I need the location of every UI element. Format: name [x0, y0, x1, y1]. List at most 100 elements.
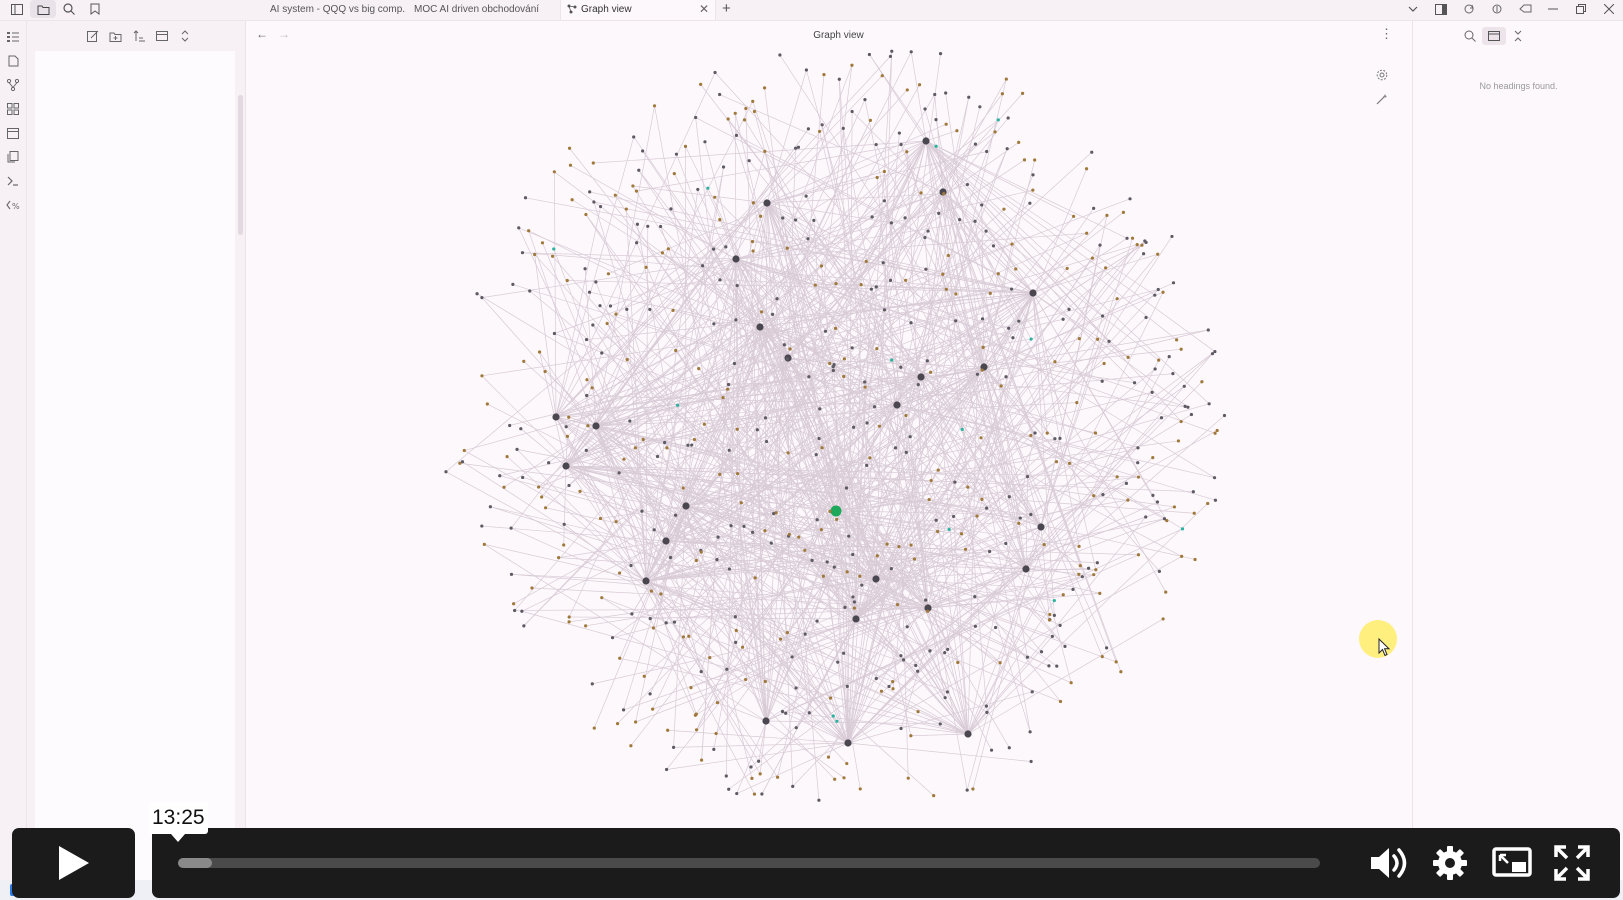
- graph-node[interactable]: [872, 405, 877, 409]
- graph-node[interactable]: [988, 291, 992, 295]
- graph-node[interactable]: [785, 246, 789, 250]
- graph-node[interactable]: [882, 169, 886, 174]
- graph-node[interactable]: [778, 53, 782, 57]
- graph-node[interactable]: [1100, 655, 1104, 659]
- graph-node[interactable]: [1090, 150, 1094, 154]
- graph-node[interactable]: [778, 637, 783, 641]
- graph-node[interactable]: [1017, 140, 1021, 144]
- graph-node[interactable]: [822, 73, 826, 77]
- graph-node[interactable]: [742, 524, 746, 529]
- graph-node[interactable]: [687, 634, 691, 638]
- graph-node[interactable]: [865, 421, 869, 425]
- graph-node[interactable]: [1153, 367, 1157, 371]
- graph-node[interactable]: [1011, 336, 1015, 340]
- graph-node[interactable]: [700, 264, 705, 268]
- graph-node[interactable]: [946, 647, 950, 651]
- graph-node[interactable]: [757, 759, 761, 763]
- graph-node[interactable]: [1052, 613, 1056, 617]
- graph-node[interactable]: [929, 478, 933, 483]
- graph-node[interactable]: [985, 506, 989, 510]
- graph-node[interactable]: [527, 229, 531, 233]
- graph-node[interactable]: [1119, 670, 1123, 674]
- graph-node[interactable]: [743, 677, 748, 682]
- graph-node[interactable]: [987, 549, 992, 554]
- graph-node[interactable]: [794, 686, 798, 690]
- search-icon[interactable]: [56, 0, 82, 18]
- graph-node[interactable]: [515, 447, 519, 451]
- graph-node[interactable]: [833, 326, 838, 330]
- graph-node[interactable]: [1050, 634, 1054, 638]
- graph-node[interactable]: [517, 226, 521, 230]
- graph-node[interactable]: [917, 373, 925, 381]
- graph-node[interactable]: [590, 682, 594, 686]
- graph-node[interactable]: [834, 281, 838, 286]
- restore-icon[interactable]: [1567, 0, 1595, 18]
- graph-node[interactable]: [508, 423, 512, 428]
- graph-node[interactable]: [819, 528, 823, 532]
- graph-node[interactable]: [706, 186, 710, 190]
- graph-node[interactable]: [1078, 564, 1082, 568]
- graph-node[interactable]: [739, 501, 743, 505]
- graph-node[interactable]: [625, 358, 629, 362]
- graph-node[interactable]: [460, 460, 465, 464]
- settings-icon[interactable]: [1428, 842, 1472, 884]
- graph-node[interactable]: [672, 620, 677, 624]
- graph-node[interactable]: [592, 200, 596, 204]
- graph-node[interactable]: [1206, 501, 1210, 506]
- graph-node[interactable]: [874, 676, 878, 681]
- graph-node[interactable]: [747, 159, 751, 163]
- graph-node[interactable]: [942, 192, 946, 196]
- canvas-grid-icon[interactable]: [0, 97, 26, 121]
- graph-node[interactable]: [980, 317, 985, 321]
- graph-node[interactable]: [509, 526, 513, 530]
- graph-node[interactable]: [852, 606, 856, 610]
- graph-node[interactable]: [686, 443, 690, 447]
- graph-node[interactable]: [498, 474, 502, 478]
- graph-node[interactable]: [841, 126, 845, 131]
- graph-node[interactable]: [1093, 431, 1098, 435]
- graph-node[interactable]: [1128, 197, 1132, 201]
- graph-node[interactable]: [651, 707, 655, 711]
- graph-node[interactable]: [567, 615, 571, 619]
- graph-node[interactable]: [771, 312, 775, 317]
- graph-node[interactable]: [1094, 568, 1098, 572]
- graph-node[interactable]: [793, 146, 798, 150]
- graph-node[interactable]: [530, 586, 534, 590]
- graph-node[interactable]: [989, 748, 994, 752]
- graph-node[interactable]: [944, 122, 948, 126]
- graph-node[interactable]: [996, 118, 1000, 122]
- graph-node[interactable]: [718, 92, 722, 97]
- graph-node[interactable]: [772, 511, 776, 516]
- graph-node[interactable]: [644, 265, 648, 269]
- graph-node[interactable]: [658, 224, 663, 229]
- chevron-down-icon[interactable]: [1399, 0, 1427, 18]
- graph-node[interactable]: [1004, 77, 1008, 81]
- graph-node[interactable]: [984, 704, 989, 708]
- graph-node[interactable]: [817, 798, 821, 802]
- graph-node[interactable]: [1095, 561, 1099, 565]
- graph-node[interactable]: [1151, 456, 1155, 460]
- graph-node[interactable]: [905, 625, 909, 629]
- graph-node[interactable]: [1067, 307, 1071, 311]
- graph-node[interactable]: [712, 747, 716, 751]
- graph-node[interactable]: [512, 602, 516, 606]
- graph-node[interactable]: [1017, 319, 1021, 323]
- graph-node[interactable]: [1077, 572, 1081, 576]
- graph-node[interactable]: [934, 144, 938, 148]
- graph-node[interactable]: [868, 456, 872, 460]
- graph-node[interactable]: [1014, 267, 1018, 271]
- graph-node[interactable]: [1054, 460, 1059, 464]
- graph-node[interactable]: [934, 118, 938, 122]
- graph-node[interactable]: [1045, 431, 1049, 435]
- graph-node[interactable]: [863, 380, 867, 384]
- graph-node[interactable]: [882, 308, 887, 312]
- graph-node[interactable]: [963, 547, 968, 551]
- graph-node[interactable]: [584, 212, 588, 217]
- graph-node[interactable]: [828, 696, 833, 700]
- graph-node[interactable]: [775, 297, 779, 301]
- graph-node[interactable]: [1047, 664, 1051, 668]
- graph-node[interactable]: [1065, 266, 1069, 271]
- graph-node[interactable]: [959, 532, 964, 536]
- graph-node[interactable]: [1179, 347, 1183, 351]
- graph-node[interactable]: [703, 140, 707, 144]
